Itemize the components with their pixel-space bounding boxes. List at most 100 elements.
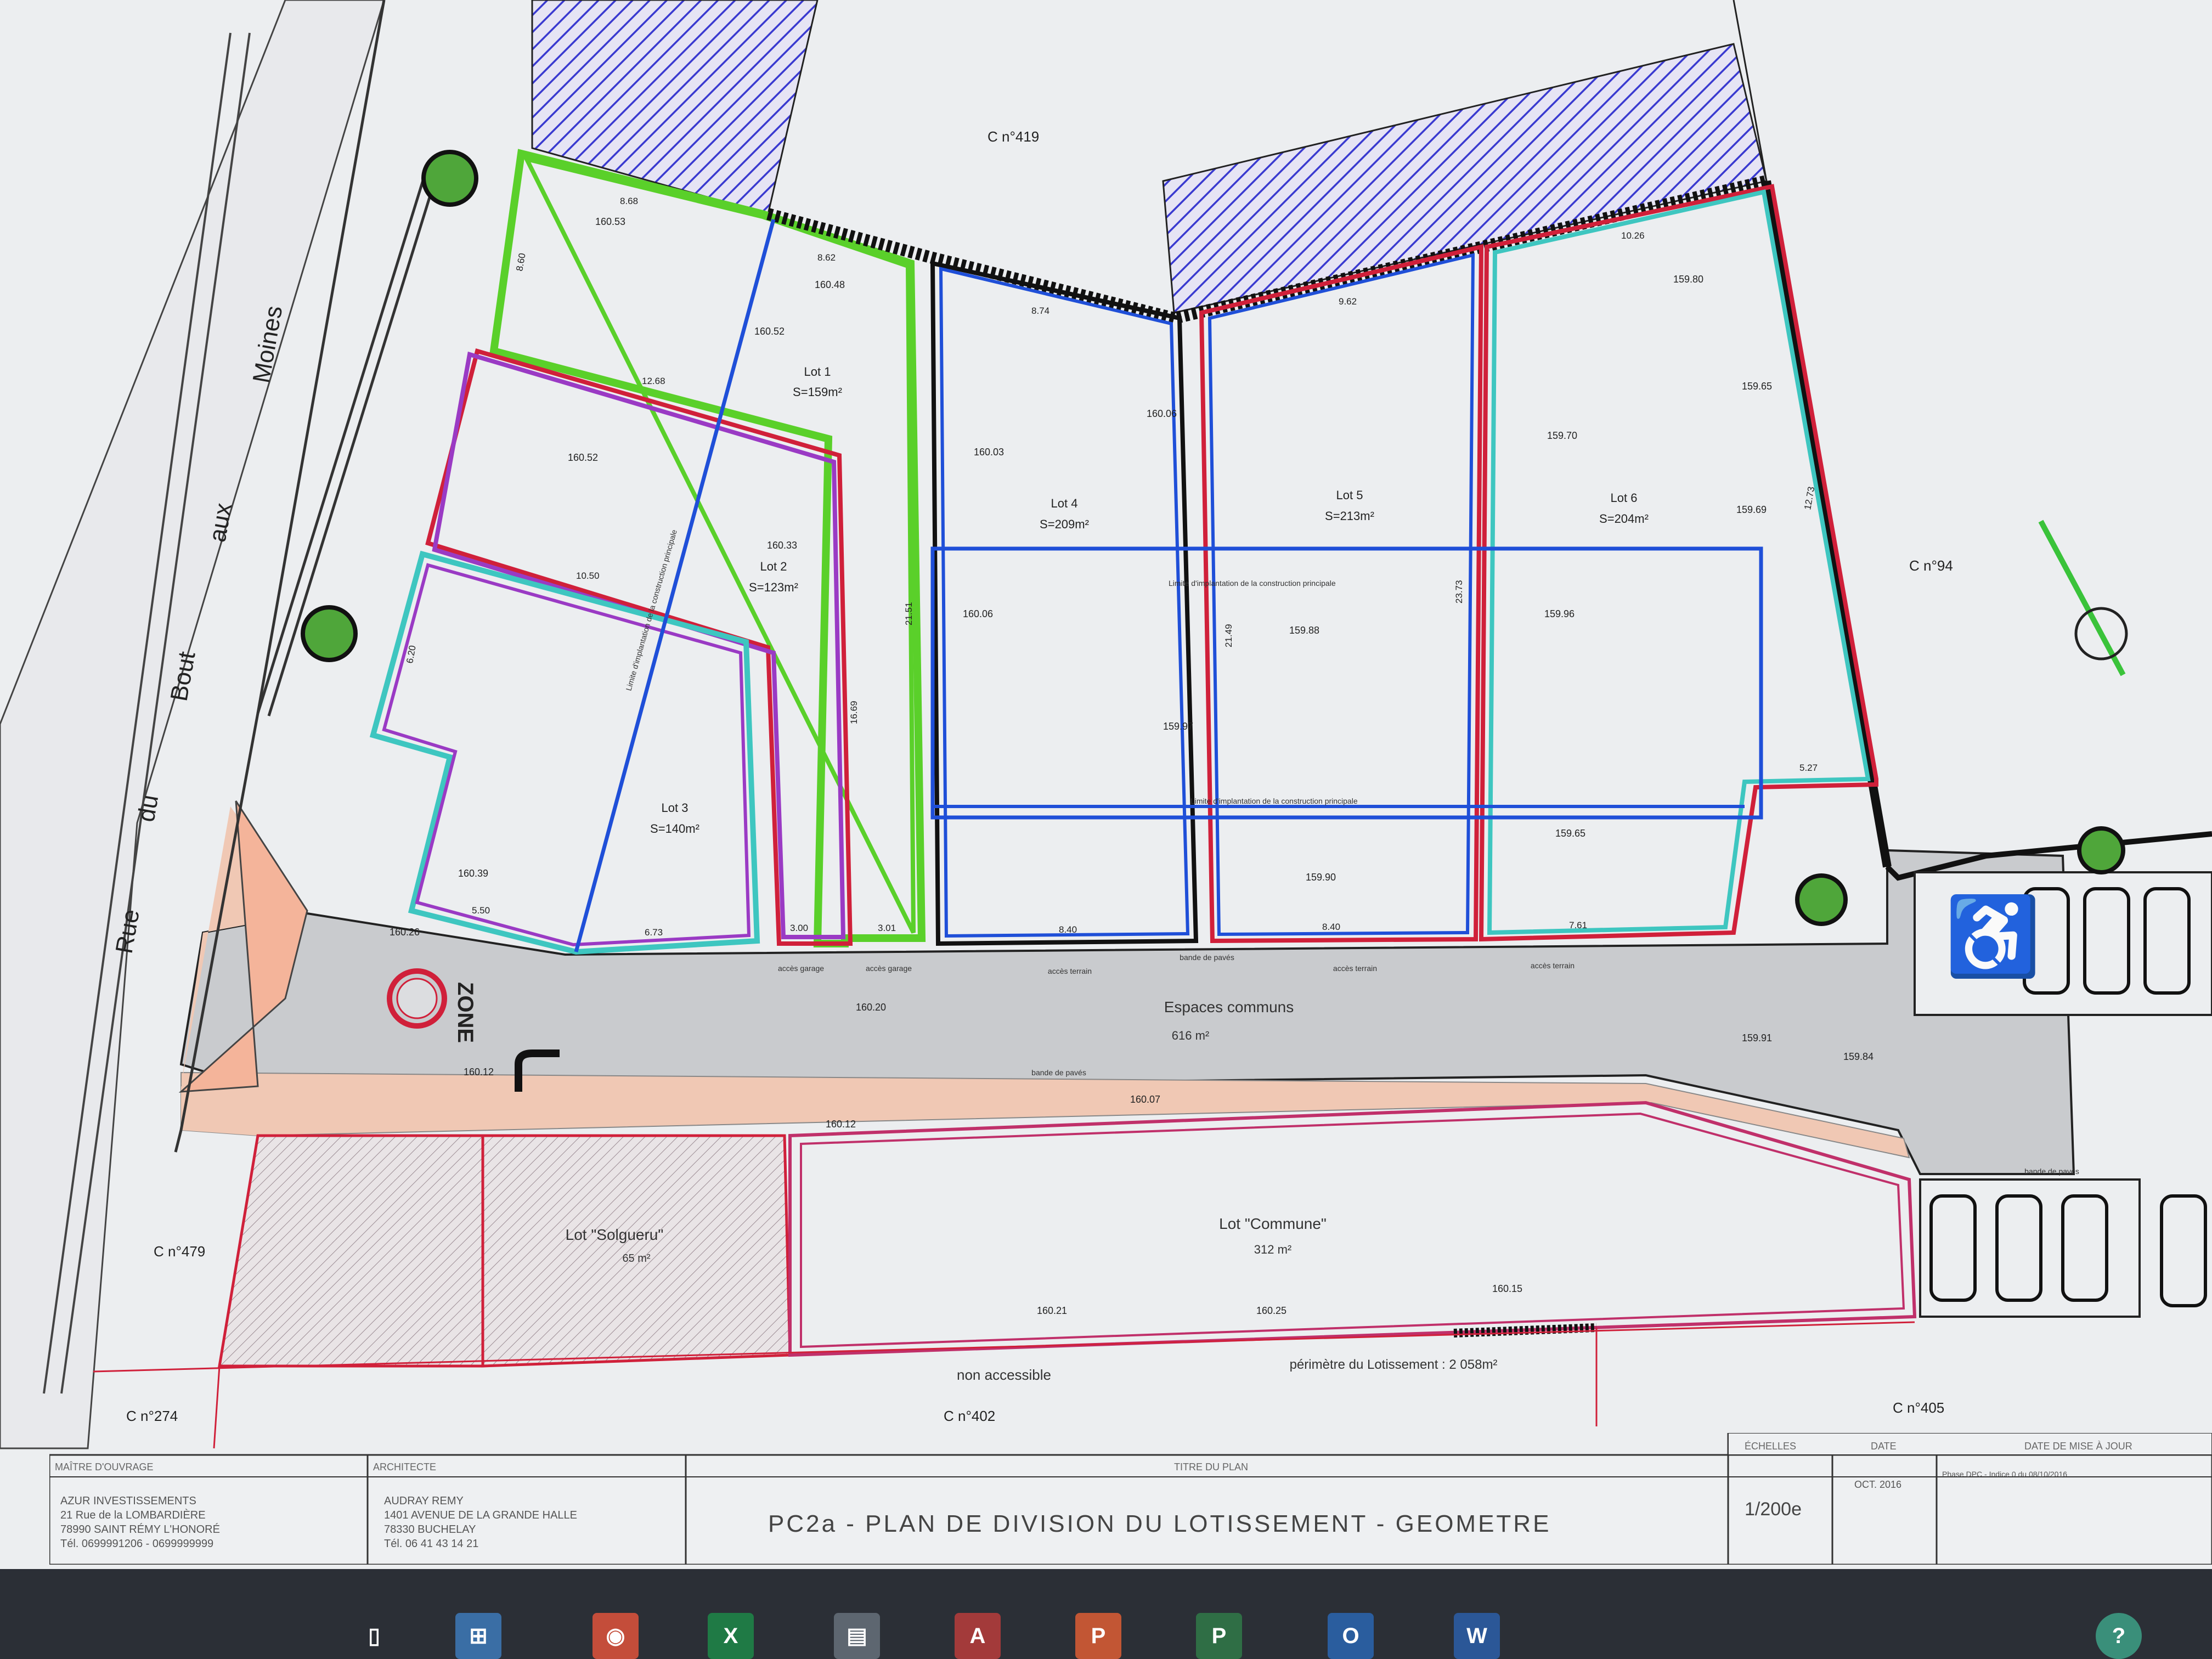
files-icon[interactable]: ▤ <box>834 1613 880 1659</box>
plan-label: 21.49 <box>1223 624 1234 647</box>
plan-label: 160.06 <box>963 608 993 619</box>
owner-line: AZUR INVESTISSEMENTS <box>60 1495 196 1507</box>
parcel-east: C n°94 <box>1909 557 1953 574</box>
access-label: accès terrain <box>1333 964 1377 973</box>
bande-label: bande de pavés <box>1180 953 1234 962</box>
plan-label: 159.88 <box>1289 625 1319 636</box>
plan-title: PC2a - PLAN DE DIVISION DU LOTISSEMENT -… <box>768 1510 1551 1537</box>
start-button[interactable]: ▯ <box>351 1613 397 1659</box>
plan-label: 8.68 <box>620 196 638 206</box>
header-update: DATE DE MISE À JOUR <box>2024 1441 2132 1452</box>
project-icon[interactable]: P <box>1196 1613 1242 1659</box>
architect-line: Tél. 06 41 43 14 21 <box>384 1538 478 1550</box>
parcel-bottom-mid: C n°402 <box>944 1408 995 1424</box>
architect-line: 78330 BUCHELAY <box>384 1523 476 1536</box>
architect-line: 1401 AVENUE DE LA GRANDE HALLE <box>384 1509 577 1521</box>
plan-label: 8.40 <box>1322 922 1340 932</box>
owner-line: 21 Rue de la LOMBARDIÈRE <box>60 1509 206 1521</box>
header-architect: ARCHITECTE <box>373 1462 436 1472</box>
access-icon[interactable]: A <box>955 1613 1001 1659</box>
header-title: TITRE DU PLAN <box>1174 1462 1248 1472</box>
plan-date: OCT. 2016 <box>1854 1479 1901 1490</box>
owner-line: Tél. 0699991206 - 0699999999 <box>60 1538 213 1550</box>
plan-label: 7.61 <box>1569 920 1587 930</box>
plan-label: 159.65 <box>1555 828 1585 839</box>
common-spaces-area: 616 m² <box>1172 1029 1209 1042</box>
lot-solgueru-area: 65 m² <box>622 1252 650 1265</box>
bande-label: bande de pavés <box>2024 1167 2079 1176</box>
access-label: accès terrain <box>1531 961 1575 970</box>
explorer-icon[interactable]: ⊞ <box>455 1613 501 1659</box>
plan-label: 160.12 <box>464 1066 494 1077</box>
plan-label: 159.84 <box>1843 1051 1874 1062</box>
excel-icon[interactable]: X <box>708 1613 754 1659</box>
plan-label: 160.06 <box>1147 408 1177 419</box>
outlook-icon[interactable]: O <box>1328 1613 1374 1659</box>
plan-label: 160.53 <box>595 216 625 227</box>
lot-solgueru-label: Lot "Solgueru" <box>566 1226 664 1243</box>
title-block: MAÎTRE D'OUVRAGE ARCHITECTE TITRE DU PLA… <box>49 1433 2212 1565</box>
plan-update: Phase DPC - Indice 0 du 08/10/2016 <box>1942 1470 2067 1479</box>
powerpoint-icon[interactable]: P <box>1075 1613 1121 1659</box>
access-label: accès garage <box>778 964 824 973</box>
plan-label: 5.50 <box>472 905 490 916</box>
chrome-icon[interactable]: ◉ <box>592 1613 639 1659</box>
plan-label: 8.40 <box>1059 924 1077 935</box>
non-accessible-label: non accessible <box>957 1367 1051 1383</box>
plan-label: 159.90 <box>1306 872 1336 883</box>
plan-label: 160.52 <box>568 452 598 463</box>
lot-name: Lot 2 <box>760 560 787 573</box>
plan-label: 160.21 <box>1037 1305 1067 1316</box>
plan-label: 160.03 <box>974 447 1004 458</box>
word-icon[interactable]: W <box>1454 1613 1500 1659</box>
plan-label: 159.91 <box>1742 1032 1772 1043</box>
plan-label: 5.27 <box>1799 763 1818 773</box>
parcel-bottom-left: C n°274 <box>126 1408 178 1424</box>
lot-area: S=204m² <box>1599 512 1649 526</box>
lot-area: S=213m² <box>1325 509 1374 523</box>
lot-area: S=140m² <box>650 822 699 836</box>
limit-label: Limite d'implantation de la construction… <box>1190 797 1358 805</box>
screen: ♿ C n°419 C n°94 C n°479 C n°274 C n°402… <box>0 0 2212 1569</box>
lot-name: Lot 5 <box>1336 488 1363 502</box>
plan-label: 159.69 <box>1736 504 1767 515</box>
plan-label: 12.68 <box>642 376 665 386</box>
parcel-south-left: C n°479 <box>154 1243 205 1260</box>
site-plan: ♿ C n°419 C n°94 C n°479 C n°274 C n°402… <box>0 0 2212 1569</box>
zone-label: ZONE <box>453 982 477 1043</box>
lot-commune-label: Lot "Commune" <box>1219 1215 1327 1232</box>
plan-label: 160.48 <box>815 279 845 290</box>
lot-name: Lot 1 <box>804 365 831 379</box>
notification-icon[interactable]: ? <box>2096 1613 2142 1659</box>
plan-label: 160.15 <box>1492 1283 1522 1294</box>
plan-label: 160.20 <box>856 1002 886 1013</box>
lot-area: S=123m² <box>749 580 798 594</box>
plan-label: 159.80 <box>1673 274 1703 285</box>
plan-label: 8.74 <box>1031 306 1049 316</box>
plan-label: 159.65 <box>1742 381 1772 392</box>
plan-label: 159.96 <box>1544 608 1575 619</box>
plan-label: 16.69 <box>849 701 859 724</box>
limit-label: Limite d'implantation de la construction… <box>1169 579 1336 588</box>
lot-area: S=209m² <box>1040 517 1089 531</box>
perimeter-label: périmètre du Lotissement : 2 058m² <box>1290 1357 1498 1372</box>
plan-label: 160.52 <box>754 326 785 337</box>
header-owner: MAÎTRE D'OUVRAGE <box>55 1462 153 1472</box>
plan-label: 160.07 <box>1130 1094 1160 1105</box>
common-spaces-label: Espaces communs <box>1164 998 1294 1015</box>
street-word: du <box>133 793 164 824</box>
plan-label: 159.97 <box>1163 721 1193 732</box>
plan-label: 3.01 <box>878 923 896 933</box>
plan-label: 21.51 <box>904 602 914 625</box>
plan-label: 159.70 <box>1547 430 1577 441</box>
lot-name: Lot 3 <box>662 801 689 815</box>
plan-label: 160.33 <box>767 540 797 551</box>
bande-label: bande de pavés <box>1031 1068 1086 1077</box>
header-scale: ÉCHELLES <box>1745 1441 1796 1452</box>
architect-line: AUDRAY REMY <box>384 1495 464 1507</box>
lot-name: Lot 4 <box>1051 496 1078 510</box>
lot-area: S=159m² <box>793 385 842 399</box>
plan-label: 160.25 <box>1256 1305 1286 1316</box>
access-label: accès terrain <box>1048 967 1092 975</box>
plan-label: 8.62 <box>817 252 836 263</box>
